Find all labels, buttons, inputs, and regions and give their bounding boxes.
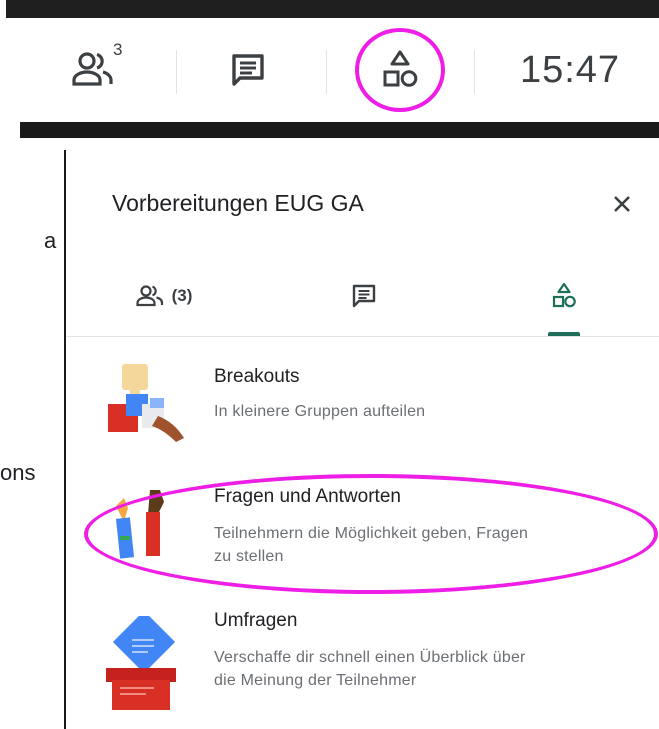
meeting-toolbar-crop: 3 15:47: [0, 0, 659, 148]
chat-button[interactable]: [208, 18, 288, 122]
people-count-badge: 3: [113, 40, 123, 59]
cropped-text-fragment: a: [44, 228, 57, 253]
activities-highlight-circle: [355, 28, 445, 112]
activities-icon: [552, 282, 576, 308]
activity-description: In kleinere Gruppen aufteilen: [214, 403, 426, 420]
people-button[interactable]: 3: [50, 18, 140, 122]
description-line: Verschaffe dir schnell einen Überblick ü…: [214, 649, 526, 666]
toolbar-separator: [474, 50, 475, 94]
activity-polls[interactable]: Umfragen Verschaffe dir schnell einen Üb…: [66, 608, 659, 710]
meeting-toolbar: 3 15:47: [0, 18, 659, 122]
people-icon: [136, 285, 163, 307]
description-line: die Meinung der Teilnehmer: [214, 672, 417, 689]
close-button[interactable]: [602, 184, 642, 224]
breakouts-illustration: [108, 364, 184, 442]
activities-side-panel: Vorbereitungen EUG GA (3) Breakouts In k…: [66, 150, 659, 729]
qa-highlight-ellipse: [84, 474, 658, 594]
polls-illustration: [106, 616, 176, 710]
activity-title: Breakouts: [214, 366, 300, 387]
chat-icon: [352, 284, 376, 308]
toolbar-separator: [326, 50, 327, 94]
chat-icon: [232, 54, 264, 86]
cropped-text-fragment: ons: [0, 460, 36, 485]
toolbar-top-border: [6, 0, 659, 18]
tab-chat[interactable]: [324, 268, 404, 324]
people-count: (3): [171, 286, 193, 305]
activity-breakouts[interactable]: Breakouts In kleinere Gruppen aufteilen: [66, 364, 659, 456]
meeting-title: Vorbereitungen EUG GA: [112, 190, 364, 216]
tab-people[interactable]: (3): [114, 268, 214, 324]
activity-title: Umfragen: [214, 610, 298, 631]
activity-description: Verschaffe dir schnell einen Überblick ü…: [214, 646, 634, 692]
tabs-divider: [66, 336, 659, 337]
close-icon: [614, 196, 630, 212]
clock: 15:47: [500, 18, 640, 122]
toolbar-bottom-border: [20, 122, 659, 138]
tab-activities[interactable]: [524, 268, 604, 324]
people-icon: [72, 52, 113, 86]
toolbar-separator: [176, 50, 177, 94]
clock-text: 15:47: [519, 48, 621, 91]
